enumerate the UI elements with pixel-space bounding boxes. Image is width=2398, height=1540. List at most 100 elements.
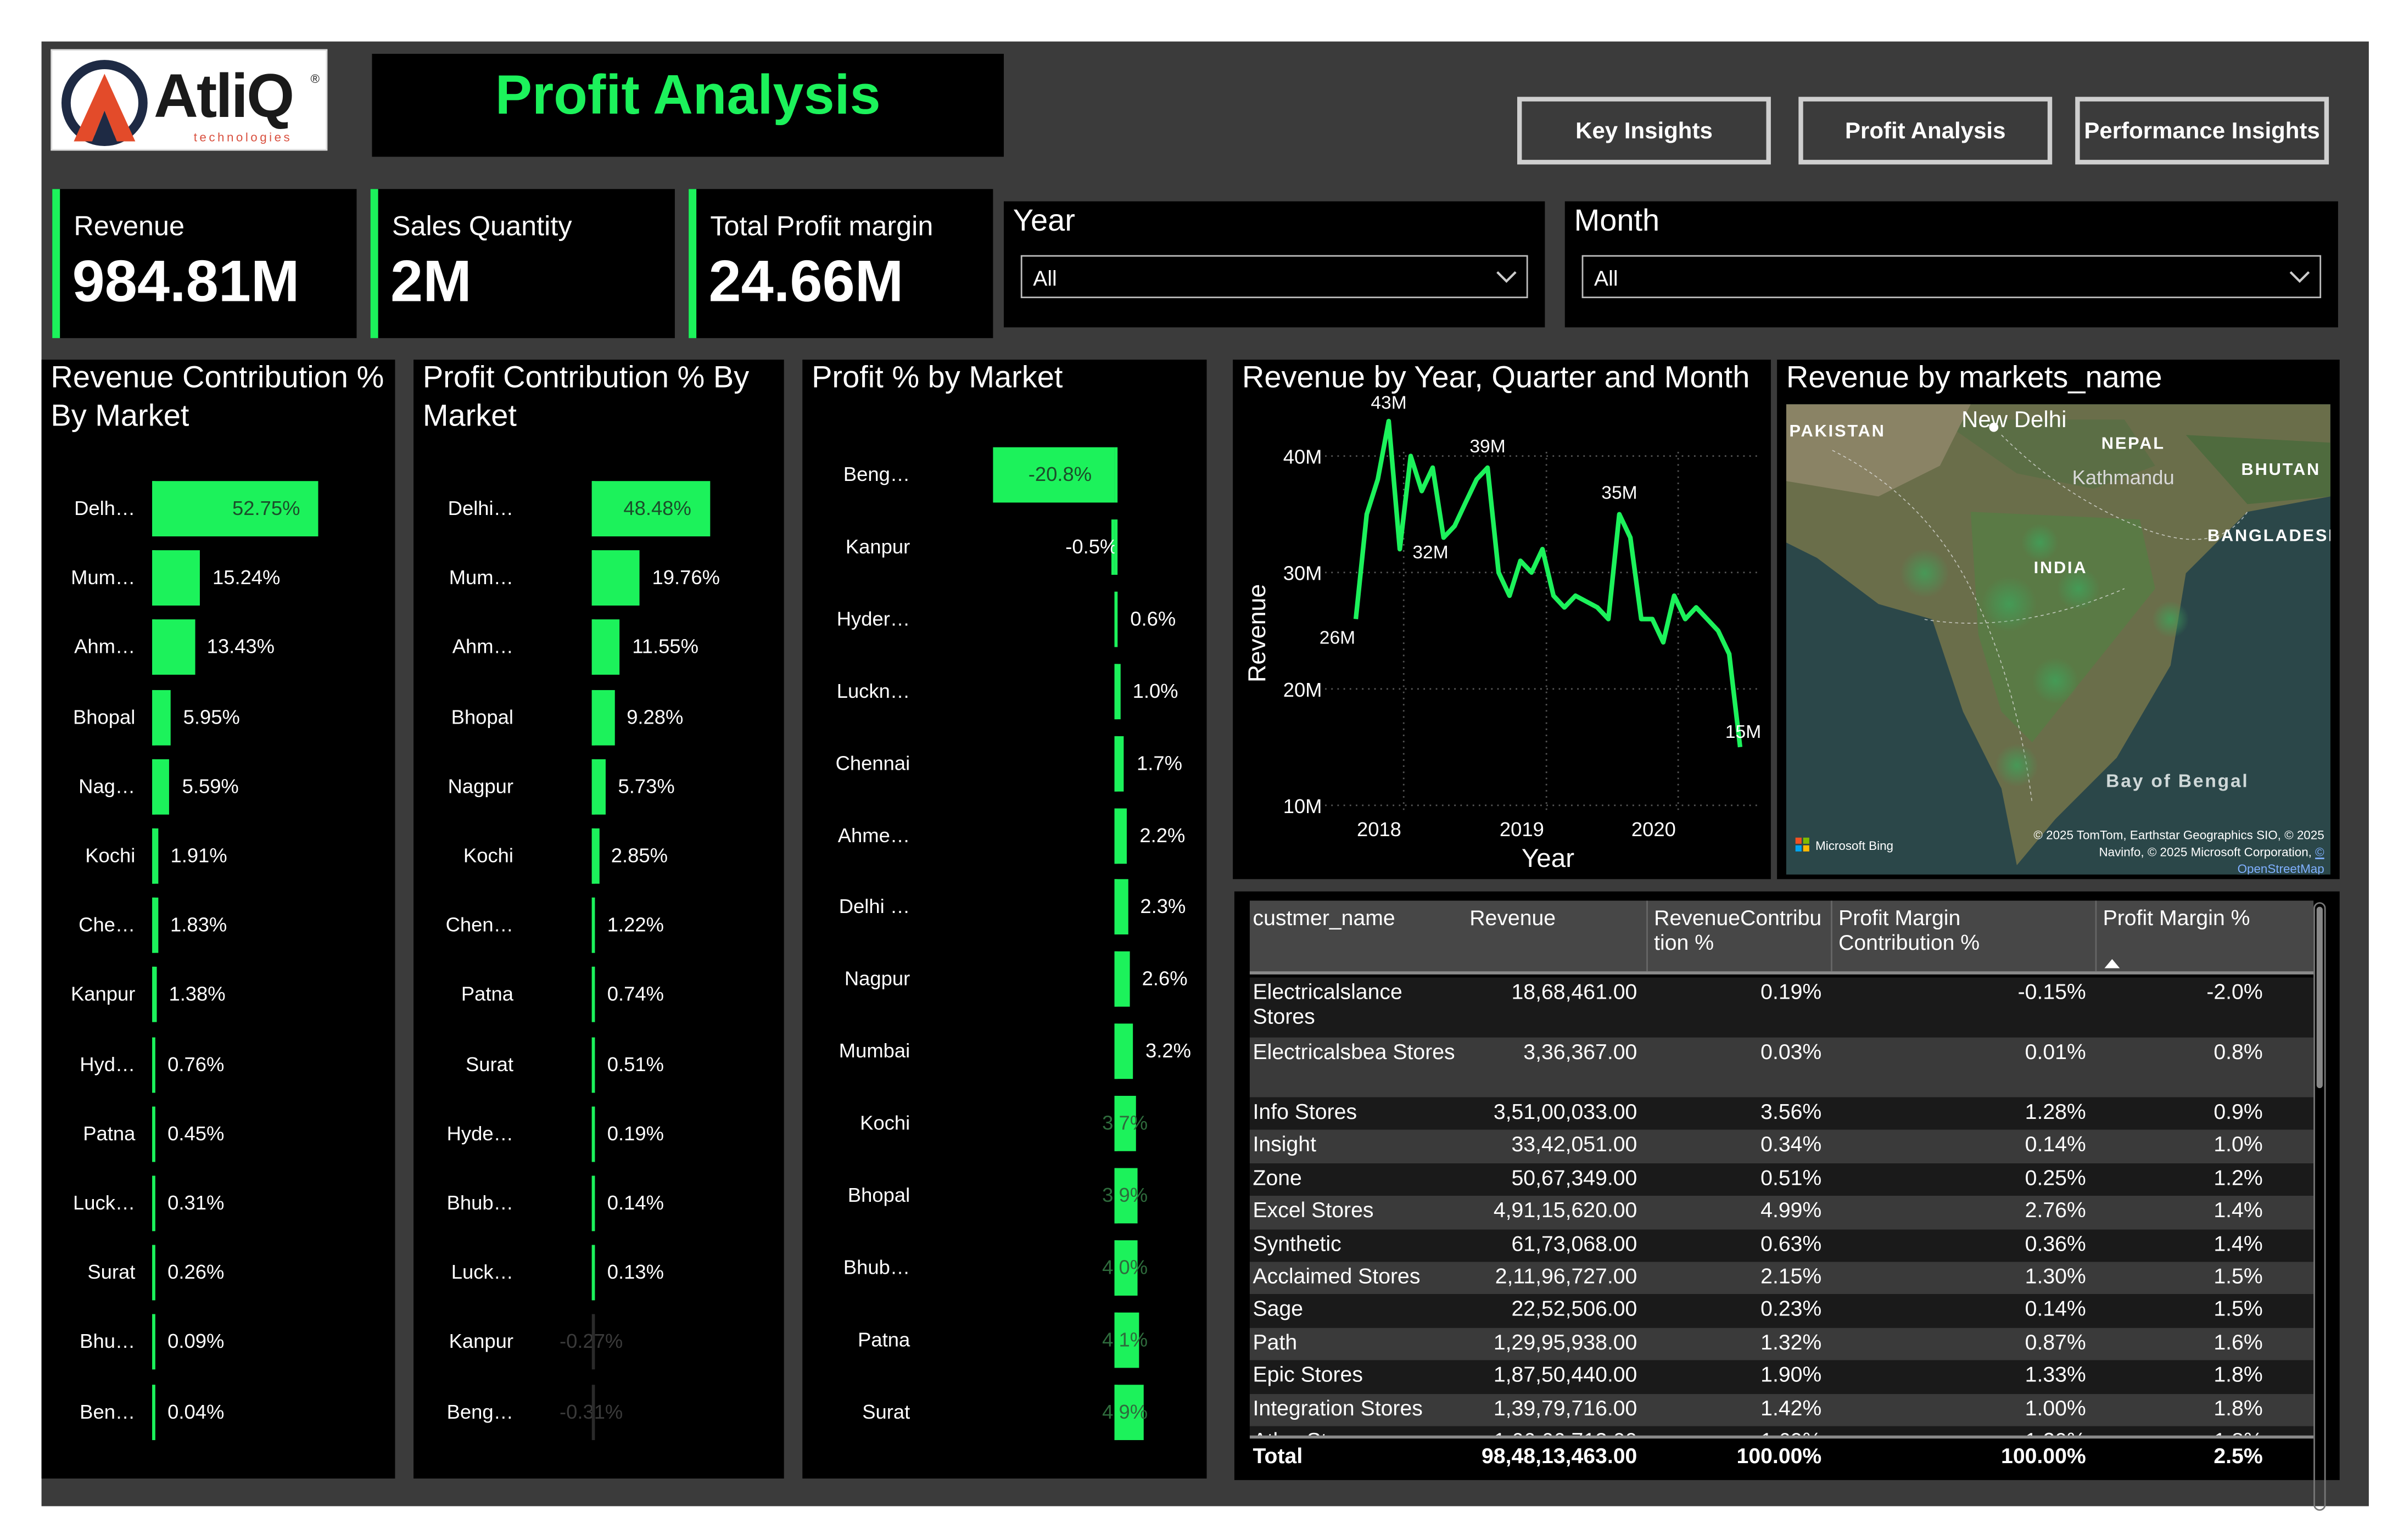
kpi-accent-bar <box>370 189 378 338</box>
table-cell: Path <box>1253 1329 1298 1354</box>
table-cell: 2.15% <box>1760 1263 1822 1288</box>
table-row[interactable]: Acclaimed Stores 2,11,96,727.00 2.15% 1.30%… <box>1249 1262 2314 1295</box>
bar-baseline-tick <box>591 1175 595 1231</box>
market-label: Patna <box>461 982 513 1006</box>
table-cell: 0.14% <box>2025 1132 2086 1157</box>
brand-tagline: technologies <box>193 130 293 145</box>
map-label-nepal: NEPAL <box>2101 435 2165 453</box>
nav-profit-analysis-button[interactable]: Profit Analysis <box>1798 97 2053 165</box>
table-cell: 1.8% <box>2213 1395 2263 1420</box>
table-scrollbar-thumb[interactable] <box>2316 906 2323 1088</box>
market-value: 13.43% <box>206 635 275 659</box>
map-label-bangladesh: BANGLADESH <box>2207 527 2330 546</box>
table-row[interactable]: Electricalslance Stores 18,68,461.00 0.19%… <box>1249 977 2314 1038</box>
col-header-revenue-contribution[interactable]: RevenueContribution % <box>1654 905 1826 955</box>
table-cell: 1.30% <box>2025 1263 2086 1288</box>
table-cell: Info Stores <box>1253 1099 1357 1124</box>
col-header-revenue[interactable]: Revenue <box>1469 905 1623 930</box>
table-cell: 1,29,95,938.00 <box>1493 1329 1637 1354</box>
market-value: -0.5% <box>1065 534 1118 558</box>
market-value: 4.9% <box>1102 1399 1148 1423</box>
profit-pct-title: Profit % by Market <box>812 361 1063 395</box>
kpi-card-sales-quantity: Sales Quantity 2M <box>370 189 675 338</box>
market-label: Surat <box>465 1052 513 1076</box>
table-row[interactable]: Sage 22,52,506.00 0.23% 0.14% 1.5% <box>1249 1295 2314 1328</box>
nav-key-insights-button[interactable]: Key Insights <box>1517 97 1771 165</box>
table-header: custmer_name Revenue RevenueContribution… <box>1249 900 2314 975</box>
kpi-value: 984.81M <box>72 250 300 315</box>
data-point-label: 43M <box>1371 393 1406 413</box>
table-row[interactable]: Integration Stores 1,39,79,716.00 1.42% 1.0… <box>1249 1393 2314 1426</box>
month-dropdown[interactable]: All <box>1581 255 2322 299</box>
table-row[interactable]: Epic Stores 1,87,50,440.00 1.90% 1.33% 1.8% <box>1249 1360 2314 1393</box>
table-cell: 4,91,15,620.00 <box>1493 1197 1637 1223</box>
bar-baseline-tick <box>1114 951 1118 1007</box>
market-label: Patna <box>83 1121 136 1145</box>
market-bar[interactable] <box>591 550 640 606</box>
revenue-series-line[interactable] <box>1353 418 1743 748</box>
market-value: 19.76% <box>652 565 720 589</box>
col-header-customer-name[interactable]: custmer_name <box>1253 905 1453 930</box>
page-title: Profit Analysis <box>495 63 881 126</box>
col-header-profit-margin-pct[interactable]: Profit Margin % <box>2103 905 2303 930</box>
table-row[interactable]: Excel Stores 4,91,15,620.00 4.99% 2.76% 1.4% <box>1249 1196 2314 1229</box>
col-header-profit-margin-contribution[interactable]: Profit Margin Contribution % <box>1838 905 2069 955</box>
market-label: Kochi <box>860 1111 910 1135</box>
market-label: Luckn… <box>836 679 910 702</box>
market-value: 15.24% <box>212 565 281 589</box>
table-row[interactable]: Info Stores 3,51,00,033.00 3.56% 1.28% 0.9% <box>1249 1097 2314 1130</box>
market-value: 11.55% <box>632 635 698 659</box>
market-label: Ahm… <box>74 635 136 659</box>
market-value: 9.28% <box>627 704 684 728</box>
market-value: 1.22% <box>607 913 664 937</box>
market-bar[interactable] <box>152 620 195 676</box>
market-value: 0.26% <box>167 1261 225 1284</box>
kpi-value: 2M <box>390 250 472 315</box>
bar-baseline-tick <box>152 759 155 815</box>
table-cell: 3,36,367.00 <box>1523 1039 1637 1064</box>
table-row[interactable]: Synthetic 61,73,068.00 0.63% 0.36% 1.4% <box>1249 1229 2314 1262</box>
revenue-map[interactable]: PAKISTAN New Delhi NEPAL Kathmandu BHUTA… <box>1786 404 2330 875</box>
table-row[interactable]: Zone 50,67,349.00 0.51% 0.25% 1.2% <box>1249 1163 2314 1196</box>
market-label: Bhopal <box>73 704 136 728</box>
totals-profit-margin-contribution: 100.00% <box>2001 1443 2086 1468</box>
table-scrollbar[interactable] <box>2313 902 2326 1511</box>
table-row[interactable]: Electricalsbea Stores 3,36,367.00 0.03% 0.0… <box>1249 1037 2314 1097</box>
brand-registered-mark: ® <box>310 72 320 86</box>
year-dropdown[interactable]: All <box>1020 255 1528 299</box>
year-slicer: Year All <box>1004 201 1545 328</box>
market-label: Luck… <box>451 1261 513 1284</box>
kpi-label: Revenue <box>74 210 185 242</box>
table-cell: 0.8% <box>2213 1039 2263 1064</box>
bar-baseline-tick <box>1114 591 1118 647</box>
market-value: -0.27% <box>559 1330 623 1353</box>
table-cell: 0.23% <box>1760 1296 1822 1321</box>
table-row[interactable]: Path 1,29,95,938.00 1.32% 0.87% 1.6% <box>1249 1328 2314 1360</box>
table-cell: 33,42,051.00 <box>1511 1132 1637 1157</box>
market-label: Mum… <box>71 565 136 589</box>
market-label: Kanpur <box>449 1330 513 1353</box>
table-row[interactable]: Insight 33,42,051.00 0.34% 0.14% 1.0% <box>1249 1130 2314 1163</box>
sort-ascending-icon[interactable] <box>2104 959 2120 968</box>
market-bar[interactable] <box>591 689 614 745</box>
kpi-card-total-profit-margin: Total Profit margin 24.66M <box>689 189 993 338</box>
bar-baseline-tick <box>152 1384 155 1440</box>
market-value: 0.51% <box>607 1052 664 1076</box>
revenue-line-chart-panel: Revenue by Year, Quarter and Month 10M 20… <box>1233 360 1771 880</box>
market-label: Patna <box>858 1328 910 1351</box>
market-bar[interactable] <box>152 550 200 606</box>
nav-performance-insights-button[interactable]: Performance Insights <box>2075 97 2329 165</box>
market-bar[interactable] <box>591 620 620 676</box>
market-value: 0.19% <box>607 1121 664 1145</box>
revenue-contribution-panel: Revenue Contribution % By Market Delh… 52… <box>41 360 395 1479</box>
market-label: Delhi… <box>448 496 513 520</box>
table-cell: Zone <box>1253 1164 1302 1190</box>
revenue-line-chart: 10M 20M 30M 40M 2018 2019 2020 26M 43M 32M 39M 35M 1… <box>1243 393 1761 873</box>
year-slicer-label: Year <box>1013 204 1075 238</box>
table-cell: 0.51% <box>1760 1164 1822 1190</box>
market-label: Chennai <box>835 751 910 774</box>
table-cell: 2,11,96,727.00 <box>1495 1263 1637 1288</box>
table-cell: 22,52,506.00 <box>1511 1296 1637 1321</box>
market-label: Ahme… <box>837 823 910 847</box>
market-value: 0.76% <box>167 1052 225 1076</box>
